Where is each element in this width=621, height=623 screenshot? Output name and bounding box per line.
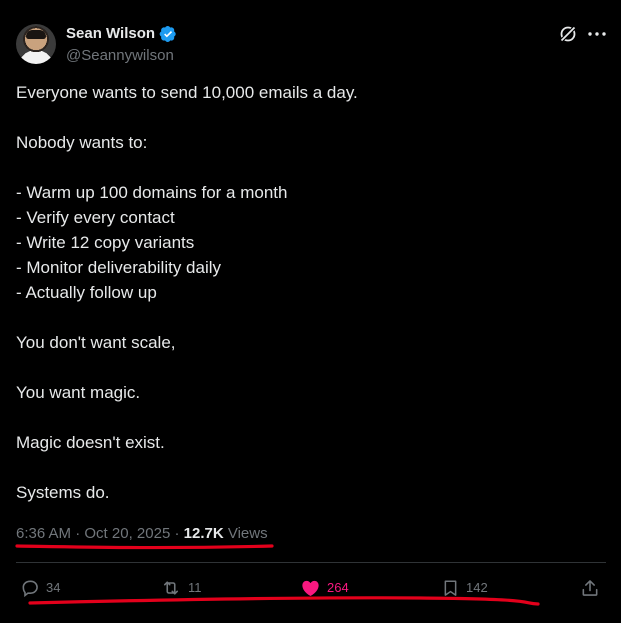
- body-line: - Verify every contact: [16, 208, 175, 227]
- body-line: - Actually follow up: [16, 283, 157, 302]
- heart-icon: [302, 580, 319, 596]
- tweet-body: Everyone wants to send 10,000 emails a d…: [16, 80, 596, 505]
- views-label: Views: [227, 525, 268, 542]
- more-dots-icon[interactable]: [586, 24, 608, 44]
- body-line: [16, 455, 596, 480]
- body-line: - Monitor deliverability daily: [16, 258, 222, 277]
- body-line: [16, 405, 596, 430]
- reply-icon: [22, 580, 38, 598]
- screenshot-frame: Sean Wilson @Seannywilson Everyone wants…: [0, 0, 621, 623]
- body-line: Systems do.: [16, 483, 110, 502]
- body-line: [16, 355, 596, 380]
- author-handle[interactable]: @Seannywilson: [66, 47, 174, 65]
- author-name-row: Sean Wilson: [66, 25, 177, 43]
- body-line: [16, 105, 596, 130]
- author-display-name[interactable]: Sean Wilson: [66, 25, 155, 43]
- verified-badge-icon: [159, 25, 176, 43]
- repost-icon: [163, 581, 179, 595]
- body-line: [16, 305, 596, 330]
- avatar[interactable]: [16, 24, 56, 64]
- body-line: [16, 155, 596, 180]
- action-bar: 34 11 264 142: [0, 574, 621, 602]
- body-line: Nobody wants to:: [16, 133, 148, 152]
- repost-button[interactable]: 11: [160, 574, 202, 602]
- grok-icon[interactable]: [558, 24, 578, 44]
- body-line: You don't want scale,: [16, 333, 176, 352]
- divider: [16, 562, 606, 563]
- bookmark-button[interactable]: 142: [441, 574, 488, 602]
- reply-button[interactable]: 34: [20, 574, 60, 602]
- body-line: - Warm up 100 domains for a month: [16, 183, 288, 202]
- like-count: 264: [327, 580, 349, 595]
- tweet-meta: 6:36 AM · Oct 20, 2025 · 12.7K Views: [16, 524, 268, 544]
- body-line: You want magic.: [16, 383, 141, 402]
- tweet-time[interactable]: 6:36 AM: [16, 525, 71, 542]
- body-line: Everyone wants to send 10,000 emails a d…: [16, 83, 358, 102]
- bookmark-count: 142: [466, 580, 488, 595]
- like-button[interactable]: 264: [300, 574, 349, 602]
- share-button[interactable]: [580, 574, 600, 602]
- reply-count: 34: [46, 580, 61, 595]
- tweet-card: Sean Wilson @Seannywilson Everyone wants…: [0, 0, 621, 623]
- tweet-date[interactable]: Oct 20, 2025: [84, 525, 170, 542]
- repost-count: 11: [188, 580, 202, 595]
- bookmark-icon: [444, 580, 457, 596]
- share-icon: [582, 580, 598, 596]
- views-count: 12.7K: [183, 525, 224, 542]
- body-line: - Write 12 copy variants: [16, 233, 195, 252]
- meta-separator: ·: [75, 525, 81, 542]
- meta-separator: ·: [174, 525, 180, 542]
- body-line: Magic doesn't exist.: [16, 433, 165, 452]
